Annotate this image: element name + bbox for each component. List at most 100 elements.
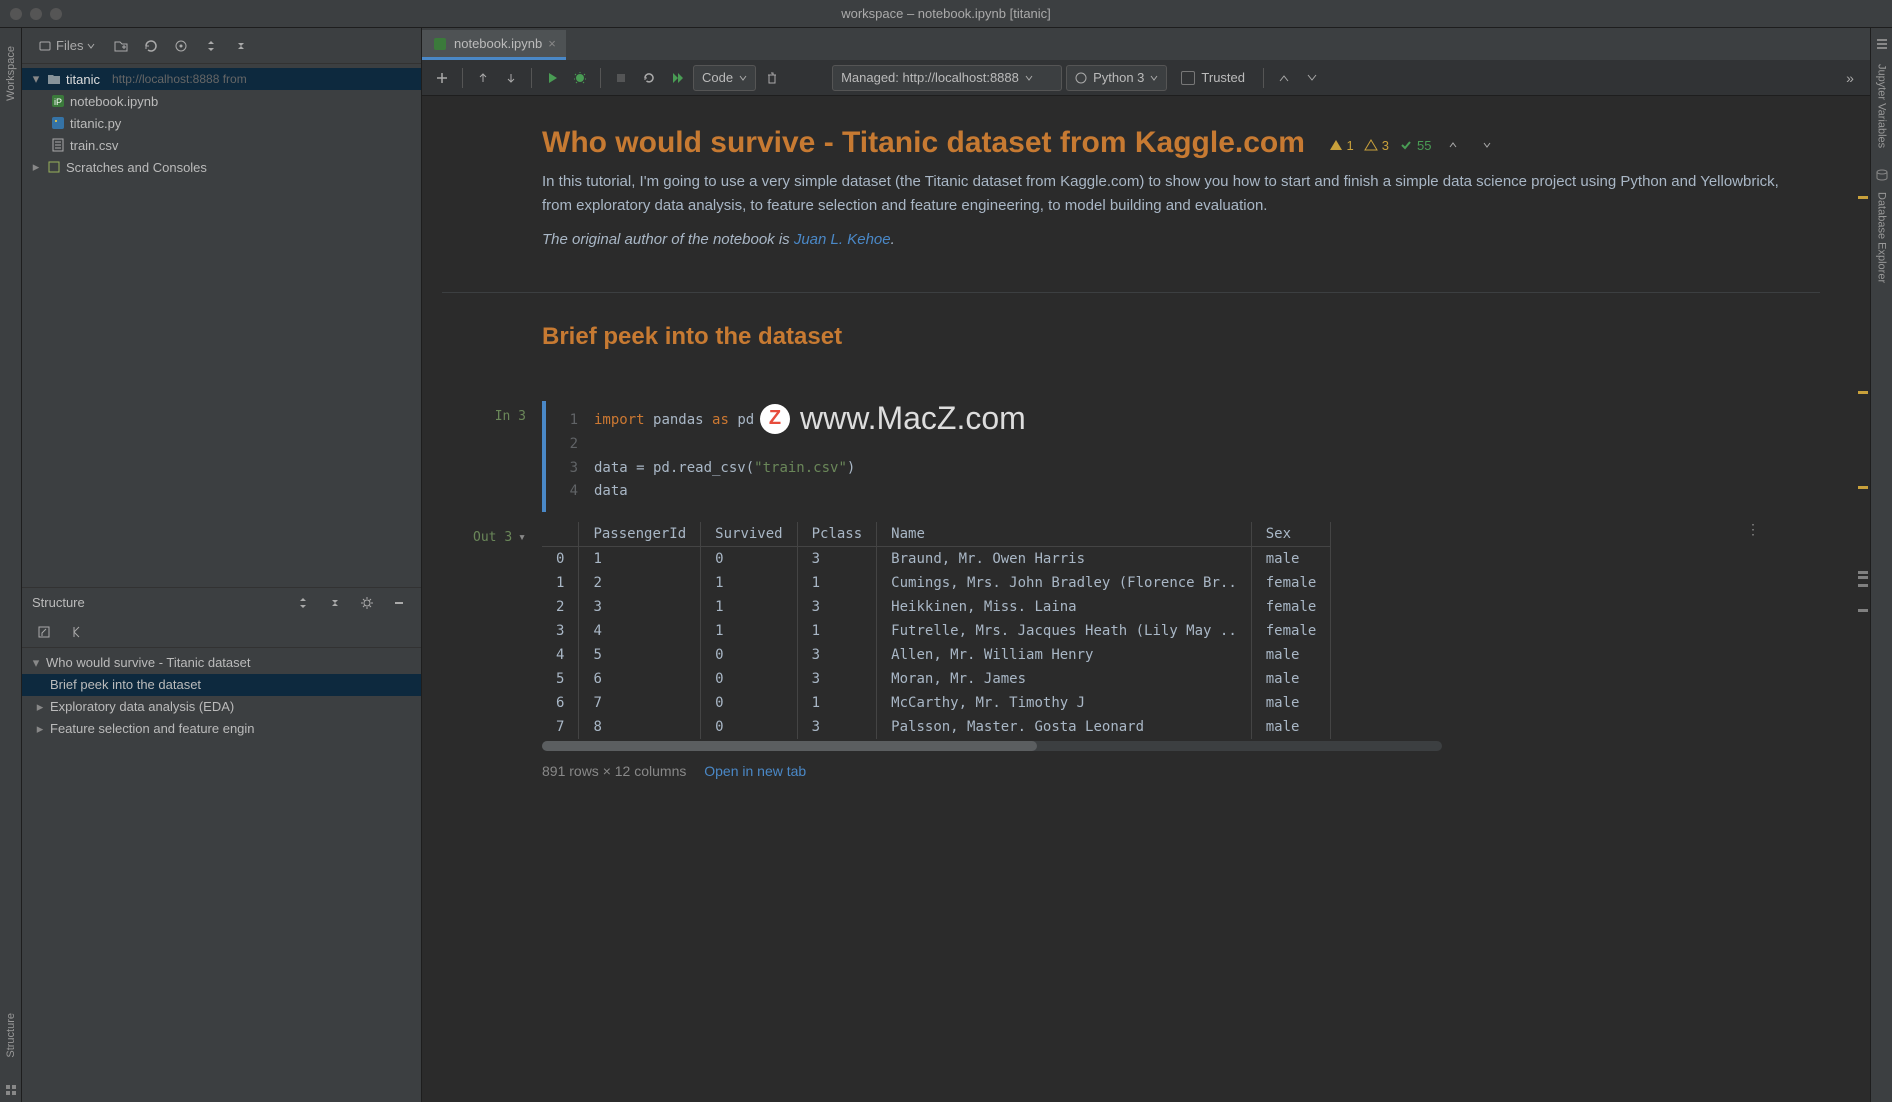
workspace-tool-tab[interactable]: Workspace <box>5 36 17 111</box>
database-explorer-tab[interactable]: Database Explorer <box>1876 182 1888 293</box>
expand-all-button[interactable] <box>199 34 223 58</box>
file-item-train-csv[interactable]: train.csv <box>22 134 421 156</box>
file-tree: ▾ titanic http://localhost:8888 from iP … <box>22 64 421 587</box>
jupyter-variables-tab[interactable]: Jupyter Variables <box>1876 54 1888 158</box>
warning-badge[interactable]: 1 <box>1329 138 1354 153</box>
structure-item-feature[interactable]: ▸ Feature selection and feature engin <box>22 718 421 740</box>
df-cell: male <box>1251 667 1331 691</box>
collapse-all-button[interactable] <box>229 34 253 58</box>
move-up-button[interactable] <box>471 66 495 90</box>
structure-item-label: Feature selection and feature engin <box>50 721 255 736</box>
titlebar: workspace – notebook.ipynb [titanic] <box>0 0 1892 28</box>
df-cell: 0 <box>701 547 797 572</box>
file-item-titanic-py[interactable]: titanic.py <box>22 112 421 134</box>
add-cell-button[interactable] <box>430 66 454 90</box>
restart-button[interactable] <box>637 66 661 90</box>
structure-settings-button[interactable] <box>355 591 379 615</box>
target-button[interactable] <box>169 34 193 58</box>
kernel-select[interactable]: Python 3 <box>1066 65 1167 91</box>
debug-button[interactable] <box>568 66 592 90</box>
structure-sort-button[interactable] <box>32 620 56 644</box>
project-root[interactable]: ▾ titanic http://localhost:8888 from <box>22 68 421 90</box>
files-label: Files <box>56 38 83 53</box>
df-cell: 1 <box>797 571 877 595</box>
files-icon <box>38 39 52 53</box>
next-button[interactable] <box>1300 66 1324 90</box>
structure-nav-button[interactable] <box>66 620 90 644</box>
stop-button[interactable] <box>609 66 633 90</box>
prev-button[interactable] <box>1272 66 1296 90</box>
files-dropdown[interactable]: Files <box>30 34 103 58</box>
df-cell: Futrelle, Mrs. Jacques Heath (Lily May .… <box>877 619 1252 643</box>
df-cell: 3 <box>797 715 877 739</box>
table-row: 0103Braund, Mr. Owen Harrismale <box>542 547 1331 572</box>
close-window-icon[interactable] <box>10 8 22 20</box>
tab-notebook[interactable]: notebook.ipynb × <box>422 30 566 60</box>
svg-text:iP: iP <box>54 97 62 107</box>
structure-item-eda[interactable]: ▸ Exploratory data analysis (EDA) <box>22 696 421 718</box>
minimize-window-icon[interactable] <box>30 8 42 20</box>
notebook-body[interactable]: Who would survive - Titanic dataset from… <box>422 96 1870 1102</box>
df-cell: 5 <box>542 667 579 691</box>
cell-type-select[interactable]: Code <box>693 65 756 91</box>
structure-expand-button[interactable] <box>291 591 315 615</box>
move-down-button[interactable] <box>499 66 523 90</box>
structure-tool-tab[interactable]: Structure <box>5 1003 17 1068</box>
code-cell[interactable]: In 3 1import pandas as pd 2 3data = pd.r… <box>442 401 1820 512</box>
scratches-item[interactable]: ▸ Scratches and Consoles <box>22 156 421 178</box>
markdown-cell-h2[interactable]: Brief peek into the dataset <box>442 292 1820 391</box>
editor-area: notebook.ipynb × Code Managed: <box>422 28 1870 1102</box>
run-button[interactable] <box>540 66 564 90</box>
structure-collapse-button[interactable] <box>323 591 347 615</box>
ipynb-icon: iP <box>50 93 66 109</box>
chevron-down-icon <box>1150 74 1158 82</box>
table-menu-icon[interactable]: ⋮ <box>1746 522 1760 538</box>
badge-down-button[interactable] <box>1475 133 1499 157</box>
df-cell: male <box>1251 691 1331 715</box>
delete-cell-button[interactable] <box>760 66 784 90</box>
structure-item-label: Who would survive - Titanic dataset <box>46 655 250 670</box>
tool-window-icon[interactable] <box>0 1078 23 1102</box>
structure-item-root[interactable]: ▾ Who would survive - Titanic dataset <box>22 652 421 674</box>
run-all-button[interactable] <box>665 66 689 90</box>
df-cell: 3 <box>542 619 579 643</box>
sidebar-toolbar: Files <box>22 28 421 64</box>
df-cell: 0 <box>701 715 797 739</box>
df-cell: 1 <box>797 619 877 643</box>
output-body: ⋮ PassengerIdSurvivedPclassNameSex 0103B… <box>542 522 1820 779</box>
structure-panel: Structure ▾ Who would survive - Titanic … <box>22 587 421 1102</box>
maximize-window-icon[interactable] <box>50 8 62 20</box>
ipynb-icon <box>432 36 448 52</box>
badge-up-button[interactable] <box>1441 133 1465 157</box>
ok-badge[interactable]: 55 <box>1399 138 1431 153</box>
minimap[interactable] <box>1858 196 1868 614</box>
open-in-tab-link[interactable]: Open in new tab <box>704 763 806 779</box>
df-column-header: Survived <box>701 522 797 547</box>
author-link[interactable]: Juan L. Kehoe <box>794 231 891 248</box>
weak-warning-badge[interactable]: 3 <box>1364 138 1389 153</box>
code-body[interactable]: 1import pandas as pd 2 3data = pd.read_c… <box>542 401 1820 512</box>
df-cell: 8 <box>579 715 701 739</box>
trusted-toggle[interactable]: Trusted <box>1171 70 1255 85</box>
file-name: train.csv <box>70 138 118 153</box>
more-button[interactable]: » <box>1838 66 1862 90</box>
traffic-lights <box>10 8 62 20</box>
df-cell: male <box>1251 715 1331 739</box>
chevron-down-icon <box>1025 74 1033 82</box>
file-item-notebook[interactable]: iP notebook.ipynb <box>22 90 421 112</box>
jupyter-icon <box>1875 36 1889 50</box>
new-folder-button[interactable] <box>109 34 133 58</box>
dataframe-table: PassengerIdSurvivedPclassNameSex 0103Bra… <box>542 522 1331 739</box>
structure-hide-button[interactable] <box>387 591 411 615</box>
horizontal-scrollbar[interactable] <box>542 741 1442 751</box>
markdown-cell-title[interactable]: Who would survive - Titanic dataset from… <box>442 116 1820 292</box>
chevron-down-icon <box>87 42 95 50</box>
chevron-down-icon[interactable]: ▾ <box>518 530 526 779</box>
scrollbar-thumb[interactable] <box>542 741 1037 751</box>
refresh-button[interactable] <box>139 34 163 58</box>
table-row: 7803Palsson, Master. Gosta Leonardmale <box>542 715 1331 739</box>
structure-item-brief[interactable]: Brief peek into the dataset <box>22 674 421 696</box>
close-icon[interactable]: × <box>548 36 556 51</box>
managed-select[interactable]: Managed: http://localhost:8888 <box>832 65 1062 91</box>
df-column-header <box>542 522 579 547</box>
